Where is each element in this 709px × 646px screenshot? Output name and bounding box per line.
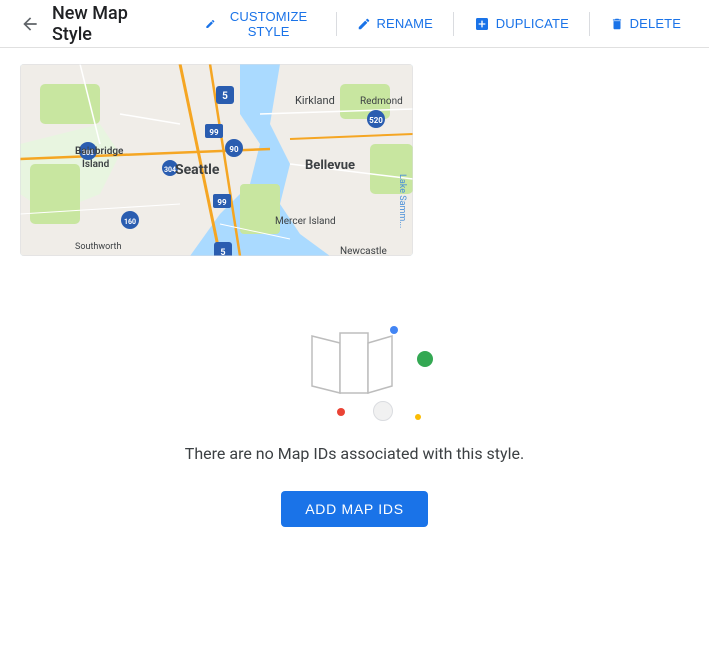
header-actions: CUSTOMIZE STYLE RENAME DUPLICATE DELETE [193, 3, 693, 45]
dot-yellow [415, 414, 421, 420]
dot-green [417, 351, 433, 367]
page-title: New Map Style [52, 3, 165, 45]
empty-message: There are no Map IDs associated with thi… [185, 444, 524, 463]
rename-label: RENAME [377, 16, 433, 31]
customize-style-label: CUSTOMIZE STYLE [222, 9, 316, 39]
duplicate-icon [474, 16, 490, 32]
rename-icon [357, 17, 371, 31]
svg-text:160: 160 [124, 218, 136, 226]
map-preview-svg: 5 5 90 520 305 160 304 99 99 Bainbridge … [20, 64, 413, 256]
divider-3 [589, 12, 590, 36]
customize-style-button[interactable]: CUSTOMIZE STYLE [193, 3, 328, 45]
divider-2 [453, 12, 454, 36]
divider-1 [336, 12, 337, 36]
svg-text:Kirkland: Kirkland [295, 94, 335, 107]
duplicate-label: DUPLICATE [496, 16, 569, 31]
svg-text:90: 90 [229, 145, 239, 154]
svg-text:Bainbridge: Bainbridge [75, 146, 124, 157]
customize-icon [205, 17, 216, 31]
svg-text:Lake Samm...: Lake Samm... [397, 174, 407, 228]
svg-text:99: 99 [209, 128, 219, 137]
svg-text:Island: Island [82, 159, 110, 170]
main-content: 5 5 90 520 305 160 304 99 99 Bainbridge … [0, 48, 709, 563]
folded-map-svg [307, 328, 397, 398]
empty-state: There are no Map IDs associated with thi… [20, 256, 689, 547]
delete-button[interactable]: DELETE [598, 10, 693, 37]
delete-label: DELETE [630, 16, 681, 31]
svg-text:99: 99 [217, 198, 227, 207]
dot-red [337, 408, 345, 416]
rename-button[interactable]: RENAME [345, 10, 445, 37]
add-map-ids-button[interactable]: ADD MAP IDS [281, 491, 427, 527]
page-header: New Map Style CUSTOMIZE STYLE RENAME DUP… [0, 0, 709, 48]
map-thumbnail: 5 5 90 520 305 160 304 99 99 Bainbridge … [20, 64, 413, 256]
duplicate-button[interactable]: DUPLICATE [462, 10, 581, 38]
svg-text:Newcastle: Newcastle [340, 246, 387, 256]
svg-text:520: 520 [369, 116, 383, 125]
svg-text:Bellevue: Bellevue [305, 158, 355, 173]
svg-text:5: 5 [222, 91, 228, 102]
svg-text:Southworth: Southworth [75, 242, 121, 252]
svg-text:Mercer Island: Mercer Island [275, 216, 336, 227]
delete-icon [610, 17, 624, 31]
dot-circle-gray [373, 401, 393, 421]
svg-text:Redmond: Redmond [360, 96, 403, 107]
map-illustration [285, 296, 425, 436]
svg-text:5: 5 [220, 248, 225, 256]
svg-text:Seattle: Seattle [175, 162, 220, 178]
back-button[interactable] [16, 10, 44, 38]
